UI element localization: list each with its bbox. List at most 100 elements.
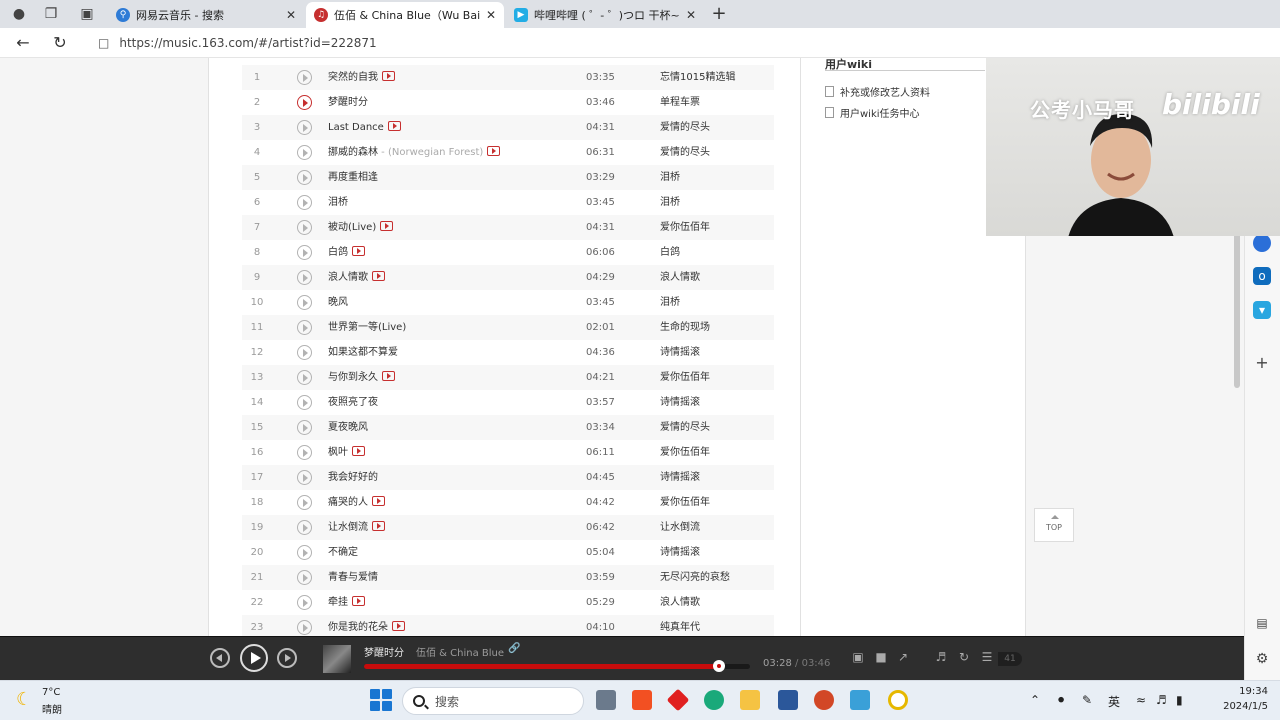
song-title-text[interactable]: 夜照亮了夜 (328, 397, 378, 408)
play-circle-icon[interactable] (297, 545, 312, 560)
microphone-icon[interactable]: ⚫ (1056, 693, 1066, 707)
word-icon[interactable] (778, 690, 798, 710)
song-title-text[interactable]: 不确定 (328, 547, 358, 558)
song-title[interactable]: 泪桥 (328, 190, 348, 215)
song-title[interactable]: 牵挂 (328, 590, 365, 615)
mv-icon[interactable] (382, 71, 395, 81)
speaker-icon[interactable]: ♬ (1156, 693, 1167, 707)
play-circle-icon[interactable] (297, 320, 312, 335)
song-row[interactable]: 11 世界第一等(Live) 02:01 生命的现场 (242, 315, 774, 340)
song-album[interactable]: 无尽闪亮的哀愁 (660, 565, 730, 590)
song-title[interactable]: 挪威的森林 - (Norwegian Forest) (328, 140, 501, 165)
song-title[interactable]: 被动(Live) (328, 215, 394, 240)
song-title-text[interactable]: 再度重相逢 (328, 172, 378, 183)
next-track-button[interactable] (277, 648, 297, 668)
song-row[interactable]: 14 夜照亮了夜 03:57 诗情摇滚 (242, 390, 774, 415)
song-row[interactable]: 7 被动(Live) 04:31 爱你伍佰年 (242, 215, 774, 240)
song-row[interactable]: 9 浪人情歌 04:29 浪人情歌 (242, 265, 774, 290)
song-title[interactable]: 世界第一等(Live) (328, 315, 406, 340)
song-row[interactable]: 19 让水倒流 06:42 让水倒流 (242, 515, 774, 540)
weather-temperature[interactable]: 7°C (42, 687, 60, 698)
song-title[interactable]: 让水倒流 (328, 515, 385, 540)
play-circle-icon[interactable] (297, 595, 312, 610)
taskbar-search[interactable]: 搜索 (402, 687, 584, 715)
url-field[interactable]: □ https://music.163.com/#/artist?id=2228… (88, 31, 988, 55)
song-title-text[interactable]: 梦醒时分 (328, 97, 368, 108)
play-circle-icon[interactable] (297, 195, 312, 210)
pen-icon[interactable]: ✎ (1082, 693, 1092, 707)
close-icon[interactable]: ✕ (686, 8, 696, 22)
play-circle-icon[interactable] (297, 95, 312, 110)
song-row[interactable]: 15 夏夜晚风 03:34 爱情的尽头 (242, 415, 774, 440)
song-title-text[interactable]: 你是我的花朵 (328, 622, 388, 633)
refresh-icon[interactable]: ↻ (49, 33, 71, 53)
task-view-icon[interactable] (596, 690, 616, 710)
play-button[interactable] (240, 644, 268, 672)
song-album[interactable]: 纯真年代 (660, 615, 700, 636)
play-circle-icon[interactable] (297, 395, 312, 410)
song-album[interactable]: 白鸽 (660, 240, 680, 265)
chevron-up-icon[interactable]: ⌃ (1030, 693, 1040, 707)
song-title-text[interactable]: 让水倒流 (328, 522, 368, 533)
song-row[interactable]: 20 不确定 05:04 诗情摇滚 (242, 540, 774, 565)
song-title-text[interactable]: 被动(Live) (328, 222, 376, 233)
song-title[interactable]: 白鸽 (328, 240, 365, 265)
song-title[interactable]: 你是我的花朵 (328, 615, 405, 636)
song-title[interactable]: 浪人情歌 (328, 265, 385, 290)
song-album[interactable]: 爱情的尽头 (660, 115, 710, 140)
song-title-text[interactable]: 世界第一等(Live) (328, 322, 406, 333)
photos-icon[interactable] (850, 690, 870, 710)
edge-browser-icon[interactable] (704, 690, 724, 710)
song-row[interactable]: 8 白鸽 06:06 白鸽 (242, 240, 774, 265)
powerpoint-icon[interactable] (814, 690, 834, 710)
song-album[interactable]: 浪人情歌 (660, 265, 700, 290)
song-row[interactable]: 1 突然的自我 03:35 忘情1015精选辑 (242, 65, 774, 90)
tab-artist-page[interactable]: ♫ 伍佰 & China Blue（Wu Bai & C ✕ (306, 2, 504, 28)
song-album[interactable]: 诗情摇滚 (660, 390, 700, 415)
song-title[interactable]: Last Dance (328, 115, 401, 140)
song-row[interactable]: 17 我会好好的 04:45 诗情摇滚 (242, 465, 774, 490)
back-to-top-button[interactable]: TOP (1034, 508, 1074, 542)
outlook-icon[interactable]: o (1253, 267, 1271, 285)
mv-icon[interactable] (382, 371, 395, 381)
windows-start-icon[interactable] (370, 689, 392, 711)
song-title[interactable]: 不确定 (328, 540, 358, 565)
drop-icon[interactable]: ▾ (1253, 301, 1271, 319)
song-title-text[interactable]: 如果这都不算爱 (328, 347, 398, 358)
song-album[interactable]: 爱你伍佰年 (660, 440, 710, 465)
play-circle-icon[interactable] (297, 345, 312, 360)
link-icon[interactable]: 🔗 (508, 643, 520, 654)
collections-icon[interactable]: ❐ (40, 4, 62, 24)
song-album[interactable]: 爱情的尽头 (660, 140, 710, 165)
play-circle-icon[interactable] (297, 70, 312, 85)
song-row[interactable]: 12 如果这都不算爱 04:36 诗情摇滚 (242, 340, 774, 365)
play-circle-icon[interactable] (297, 220, 312, 235)
settings-gear-icon[interactable]: ⚙ (1253, 650, 1271, 668)
now-playing-title[interactable]: 梦醒时分 (364, 644, 404, 659)
play-circle-icon[interactable] (297, 145, 312, 160)
song-title[interactable]: 梦醒时分 (328, 90, 368, 115)
previous-track-button[interactable] (210, 648, 230, 668)
mv-icon[interactable] (352, 446, 365, 456)
song-row[interactable]: 5 再度重相逢 03:29 泪桥 (242, 165, 774, 190)
mv-icon[interactable] (372, 521, 385, 531)
recorder-icon[interactable] (888, 690, 908, 710)
play-circle-icon[interactable] (297, 520, 312, 535)
add-to-folder-icon[interactable]: ■ (874, 650, 888, 664)
mv-icon[interactable] (372, 271, 385, 281)
song-album[interactable]: 让水倒流 (660, 515, 700, 540)
song-title[interactable]: 我会好好的 (328, 465, 378, 490)
share-icon[interactable]: ↗ (896, 650, 910, 664)
volume-icon[interactable]: ♬ (934, 650, 948, 664)
song-title-text[interactable]: 夏夜晚风 (328, 422, 368, 433)
song-title[interactable]: 夏夜晚风 (328, 415, 368, 440)
song-title-text[interactable]: 泪桥 (328, 197, 348, 208)
page-info-icon[interactable]: □ (98, 36, 109, 50)
song-title-text[interactable]: 浪人情歌 (328, 272, 368, 283)
song-title[interactable]: 枫叶 (328, 440, 365, 465)
song-row[interactable]: 6 泪桥 03:45 泪桥 (242, 190, 774, 215)
song-album[interactable]: 诗情摇滚 (660, 340, 700, 365)
close-icon[interactable]: ✕ (486, 8, 496, 22)
copilot-icon[interactable] (1253, 234, 1271, 252)
play-circle-icon[interactable] (297, 420, 312, 435)
